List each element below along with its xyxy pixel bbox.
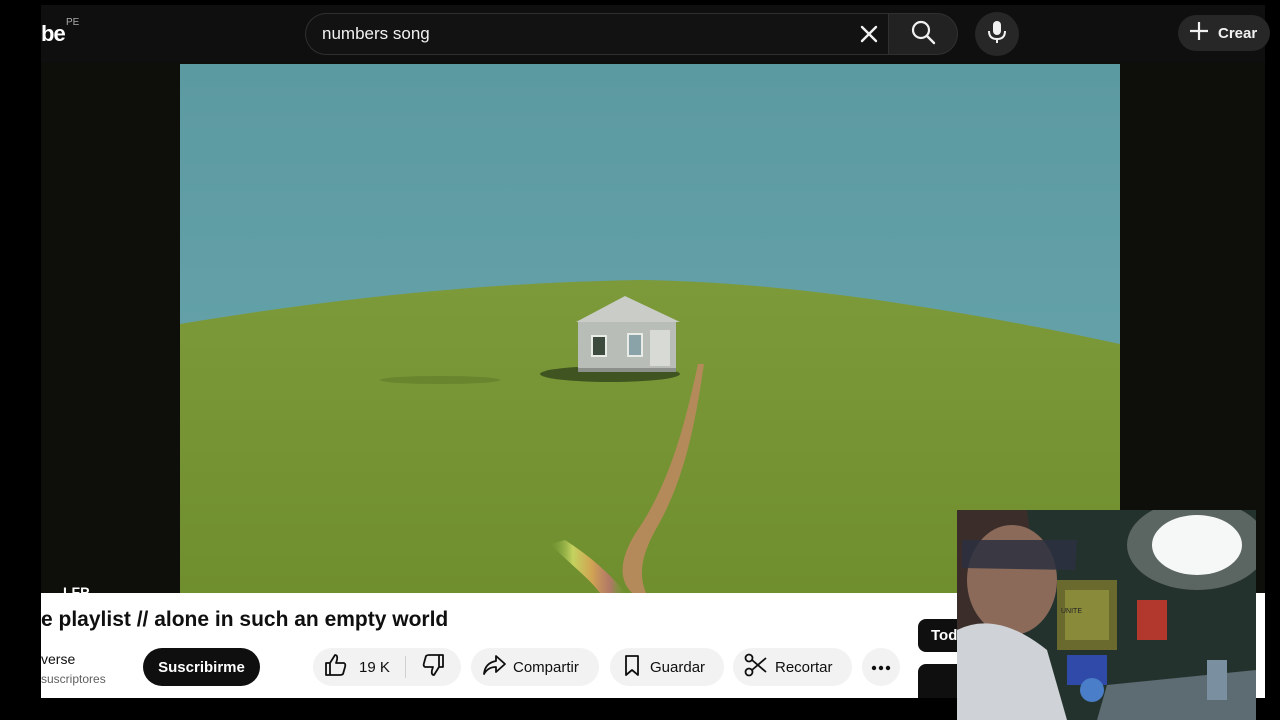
thumbs-down-icon <box>420 652 446 683</box>
share-label: Compartir <box>513 658 579 676</box>
share-icon <box>481 652 507 682</box>
like-button[interactable]: 19 K <box>313 648 405 686</box>
like-divider <box>405 656 406 678</box>
webcam-overlay: UNITE <box>957 510 1256 720</box>
subscriber-count: suscriptores <box>41 672 106 686</box>
create-label: Crear <box>1218 24 1258 42</box>
dislike-button[interactable] <box>413 648 453 686</box>
channel-name[interactable]: verse <box>41 651 75 667</box>
bookmark-icon <box>620 653 644 681</box>
microphone-icon <box>986 19 1008 50</box>
search-icon <box>910 19 936 50</box>
video-title: e playlist // alone in such an empty wor… <box>41 608 449 631</box>
subscribe-button[interactable]: Suscribirme <box>143 648 260 686</box>
like-count: 19 K <box>359 658 390 676</box>
left-edge-bar <box>0 0 41 720</box>
clip-label: Recortar <box>775 658 833 676</box>
region-code: PE <box>66 17 80 28</box>
clear-search-icon[interactable] <box>854 19 884 49</box>
plus-icon <box>1188 20 1210 47</box>
clip-button[interactable]: Recortar <box>733 648 852 686</box>
save-label: Guardar <box>650 658 706 676</box>
search-button[interactable] <box>888 13 958 55</box>
search-box[interactable] <box>305 13 889 55</box>
masthead: be PE Crear <box>41 5 1270 62</box>
save-button[interactable]: Guardar <box>610 648 724 686</box>
voice-search-button[interactable] <box>975 12 1019 56</box>
more-horizontal-icon <box>871 658 891 676</box>
search-input[interactable] <box>322 14 842 54</box>
webcam-feed-image: UNITE <box>957 510 1256 720</box>
more-actions-button[interactable] <box>862 648 900 686</box>
svg-text:UNITE: UNITE <box>1061 608 1082 615</box>
youtube-logo[interactable]: be <box>41 21 66 47</box>
thumbs-up-icon <box>323 652 349 683</box>
like-dislike-group: 19 K <box>313 648 461 686</box>
share-button[interactable]: Compartir <box>471 648 599 686</box>
scissors-icon <box>743 652 769 682</box>
create-button[interactable]: Crear <box>1178 15 1270 51</box>
right-edge-bar <box>1265 0 1280 720</box>
